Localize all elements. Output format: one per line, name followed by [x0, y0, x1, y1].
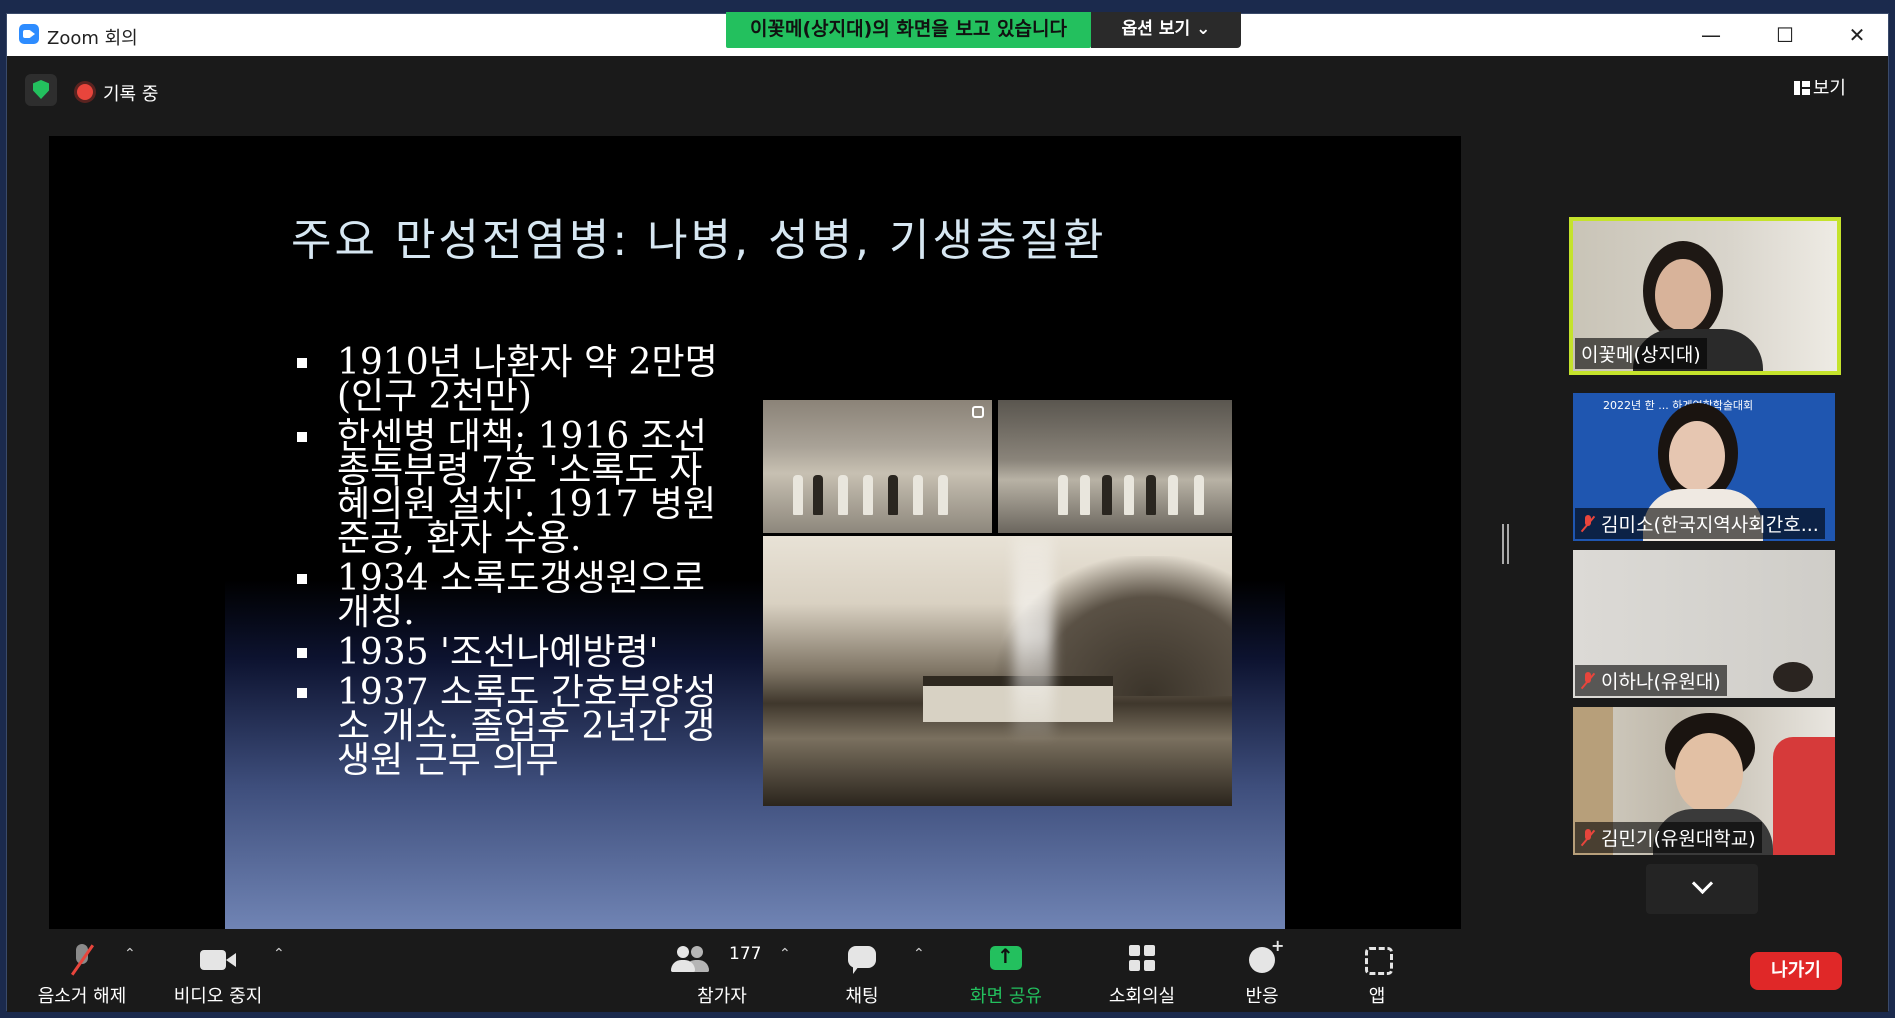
- view-label: 보기: [1812, 78, 1846, 99]
- meeting-toolbar: 음소거 해제 ⌃ 비디오 중지 ⌃ 177 참가자 ⌃ 채팅 ⌃ 화면 공유 소…: [7, 932, 1888, 1012]
- unmute-button[interactable]: 음소거 해제: [27, 942, 137, 1008]
- participant-tile[interactable]: 이꽃메(상지대): [1569, 217, 1841, 375]
- participant-name: 이하나(유원대): [1575, 665, 1727, 696]
- apps-button[interactable]: 앱: [1337, 942, 1417, 1008]
- mic-muted-icon: [1581, 829, 1595, 847]
- slide-bullet: 1935 '조선나예방령': [295, 635, 735, 671]
- slide-bullet-list: 1910년 나환자 약 2만명 (인구 2천만) 한센병 대책; 1916 조선…: [295, 345, 735, 784]
- mic-muted-icon: [1581, 515, 1595, 533]
- encryption-shield-icon[interactable]: [25, 74, 57, 106]
- shared-screen: 주요 만성전염병: 나병, 성병, 기생충질환 1910년 나환자 약 2만명 …: [49, 136, 1461, 929]
- chat-button[interactable]: 채팅: [817, 942, 907, 1008]
- stop-video-button[interactable]: 비디오 중지: [163, 942, 273, 1008]
- zoom-logo-icon: [19, 24, 39, 44]
- reactions-button[interactable]: 반응: [1217, 936, 1307, 1008]
- share-screen-button[interactable]: 화면 공유: [951, 942, 1061, 1008]
- participants-icon: [669, 942, 709, 978]
- recording-icon: [77, 84, 93, 100]
- slide-bullet: 1934 소록도갱생원으로 개칭.: [295, 561, 735, 631]
- leave-button[interactable]: 나가기: [1750, 952, 1842, 990]
- desktop-background: Zoom 회의 이꽃메(상지대)의 화면을 보고 있습니다 옵션 보기 ⌄ — …: [0, 0, 1895, 1018]
- slide-bullet: 1937 소록도 간호부양성소 개소. 졸업후 2년간 갱생원 근무 의무: [295, 675, 735, 779]
- historical-photo: [998, 400, 1232, 533]
- share-screen-icon: [987, 942, 1025, 978]
- chevron-up-icon: ⌃: [124, 946, 136, 962]
- presentation-slide: 주요 만성전염병: 나병, 성병, 기생충질환 1910년 나환자 약 2만명 …: [225, 136, 1285, 929]
- slide-title: 주요 만성전염병: 나병, 성병, 기생충질환: [291, 215, 1107, 266]
- title-bar: Zoom 회의 이꽃메(상지대)의 화면을 보고 있습니다 옵션 보기 ⌄ — …: [7, 12, 1888, 56]
- scroll-down-button[interactable]: [1646, 864, 1758, 914]
- reaction-emoji-icon: [1245, 936, 1284, 978]
- video-camera-icon: [198, 942, 238, 978]
- view-button[interactable]: 보기: [1793, 74, 1846, 100]
- maximize-button[interactable]: ☐: [1757, 20, 1813, 50]
- historical-photo-collage: [763, 400, 1232, 806]
- participants-count: 177: [729, 944, 762, 964]
- close-button[interactable]: ✕: [1829, 20, 1885, 50]
- zoom-icon: [972, 406, 984, 418]
- participants-button[interactable]: 177 참가자: [667, 942, 777, 1008]
- view-options-button[interactable]: 옵션 보기 ⌄: [1091, 12, 1241, 48]
- chevron-up-icon: ⌃: [273, 946, 285, 962]
- historical-photo: [763, 536, 1232, 806]
- participant-tile[interactable]: 이하나(유원대): [1573, 550, 1835, 698]
- breakout-rooms-button[interactable]: 소회의실: [1087, 942, 1197, 1008]
- window-title: Zoom 회의: [47, 28, 138, 49]
- slide-bullet: 1910년 나환자 약 2만명 (인구 2천만): [295, 345, 735, 415]
- participant-tile[interactable]: 2022년 한 ... 하계연합학술대회 김미소(한국지역사회간호...: [1573, 393, 1835, 541]
- panel-resize-handle[interactable]: [1502, 524, 1510, 564]
- chat-icon: [845, 942, 879, 978]
- mic-muted-icon: [67, 942, 97, 978]
- mic-muted-icon: [1581, 672, 1595, 690]
- apps-icon: [1360, 942, 1394, 978]
- recording-label: 기록 중: [103, 84, 159, 105]
- screen-share-banner: 이꽃메(상지대)의 화면을 보고 있습니다: [726, 12, 1091, 48]
- participant-tile[interactable]: 김민기(유원대학교): [1573, 707, 1835, 855]
- minimize-button[interactable]: —: [1683, 20, 1739, 50]
- participant-name: 김민기(유원대학교): [1575, 822, 1762, 853]
- participant-name: 이꽃메(상지대): [1575, 338, 1707, 369]
- grid-view-icon: [1793, 81, 1810, 95]
- participant-name: 김미소(한국지역사회간호...: [1575, 508, 1825, 539]
- chevron-up-icon: ⌃: [913, 946, 925, 962]
- zoom-window: Zoom 회의 이꽃메(상지대)의 화면을 보고 있습니다 옵션 보기 ⌄ — …: [6, 12, 1889, 1012]
- breakout-rooms-icon: [1125, 942, 1159, 978]
- slide-bullet: 한센병 대책; 1916 조선 총독부령 7호 '소록도 자혜의원 설치'. 1…: [295, 419, 735, 557]
- historical-photo: [763, 400, 992, 533]
- chevron-up-icon: ⌃: [779, 946, 791, 962]
